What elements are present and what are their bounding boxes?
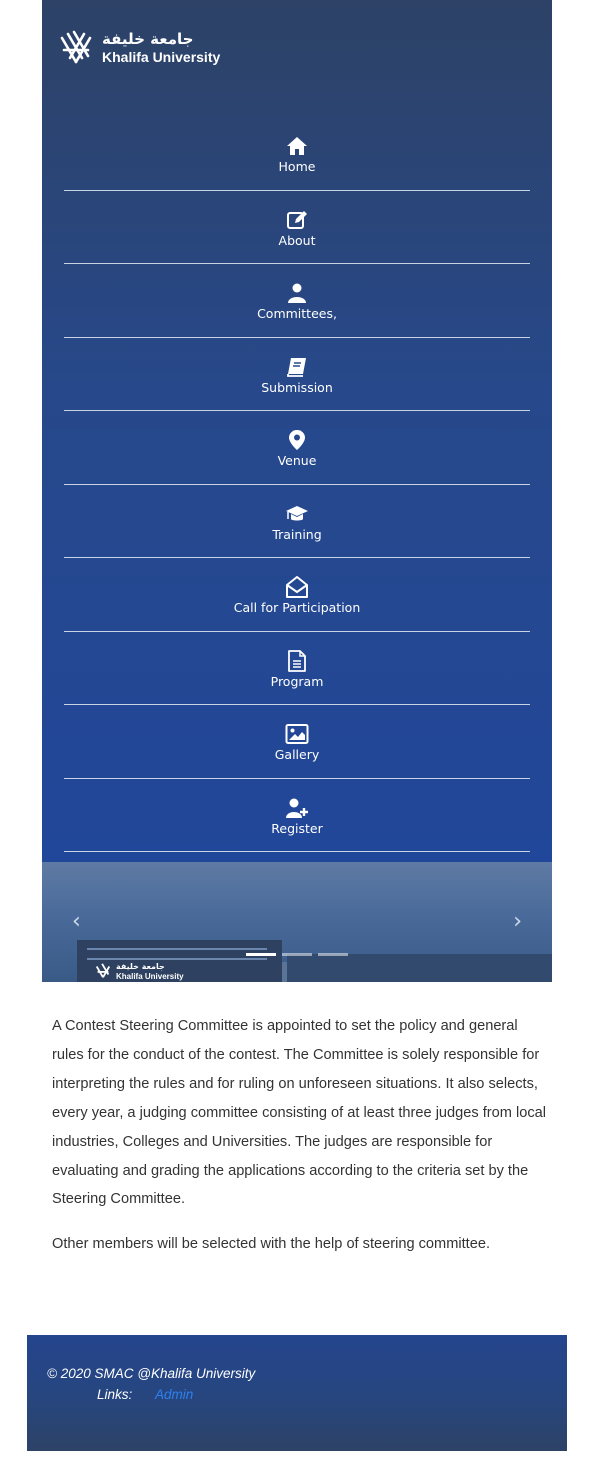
content-paragraph: A Contest Steering Committee is appointe… <box>52 1018 547 1208</box>
copyright-text: © 2020 SMAC @Khalifa University <box>47 1366 256 1381</box>
logo-emblem-icon <box>60 30 92 64</box>
building-shape <box>287 954 552 982</box>
user-plus-icon <box>286 798 308 818</box>
nav-item-label: Call for Participation <box>233 600 361 615</box>
file-text-icon <box>288 649 306 672</box>
links-label: Links: <box>97 1387 133 1402</box>
nav-item-label: Submission <box>261 379 333 395</box>
nav-item-label: About <box>278 232 316 248</box>
content-paragraph: Other members will be selected with the … <box>52 1236 491 1253</box>
nav-item-label: Home <box>278 159 316 174</box>
carousel-logo-arabic: جامعة خليفة <box>116 962 165 971</box>
nav-item-training[interactable]: Training <box>64 485 530 558</box>
book-icon <box>287 357 306 377</box>
nav-item-submission[interactable]: Submission <box>64 338 530 411</box>
site-header: جامعة خليفة Khalifa University Home Abou… <box>42 0 552 862</box>
carousel-indicator[interactable] <box>318 953 348 956</box>
nav-item-label: Committees, <box>257 306 337 321</box>
nav-item-home[interactable]: Home <box>64 117 530 191</box>
carousel-image-logo: جامعة خليفة Khalifa University <box>94 962 184 982</box>
nav-item-call-for-participation[interactable]: Call for Participation <box>64 558 530 632</box>
graduation-cap-icon <box>286 505 308 520</box>
carousel-next-button[interactable]: › <box>513 909 522 934</box>
nav-item-gallery[interactable]: Gallery <box>64 705 530 779</box>
nav-item-label: Training <box>272 526 322 542</box>
carousel-indicator[interactable] <box>246 953 276 956</box>
image-icon <box>285 724 309 744</box>
nav-item-label: Venue <box>277 453 317 468</box>
nav-item-about[interactable]: About <box>64 191 530 264</box>
image-carousel[interactable]: جامعة خليفة Khalifa University ‹ › <box>42 862 552 982</box>
user-icon <box>288 283 306 303</box>
nav-item-venue[interactable]: Venue <box>64 411 530 485</box>
main-content: A Contest Steering Committee is appointe… <box>52 1012 547 1275</box>
envelope-open-icon <box>286 576 308 598</box>
logo-arabic-text: جامعة خليفة <box>102 30 194 48</box>
nav-item-label: Program <box>270 673 324 689</box>
map-marker-icon <box>289 430 305 450</box>
logo-emblem-icon <box>95 963 111 978</box>
home-icon <box>287 137 307 155</box>
nav-item-label: Register <box>271 820 323 836</box>
edit-icon <box>287 210 307 229</box>
nav-item-program[interactable]: Program <box>64 632 530 705</box>
khalifa-university-logo[interactable]: جامعة خليفة Khalifa University <box>56 28 232 70</box>
carousel-indicator[interactable] <box>282 953 312 956</box>
nav-item-label: Gallery <box>274 747 320 762</box>
site-footer: © 2020 SMAC @Khalifa University Links: A… <box>27 1335 567 1451</box>
carousel-prev-button[interactable]: ‹ <box>72 909 81 934</box>
main-nav: Home About Committees, Submission Venue … <box>64 117 530 852</box>
nav-item-committees[interactable]: Committees, <box>64 264 530 338</box>
nav-item-register[interactable]: Register <box>64 779 530 852</box>
logo-english-text: Khalifa University <box>102 49 221 65</box>
carousel-logo-english: Khalifa University <box>116 972 184 981</box>
carousel-indicators <box>246 953 348 956</box>
admin-link[interactable]: Admin <box>155 1387 193 1402</box>
